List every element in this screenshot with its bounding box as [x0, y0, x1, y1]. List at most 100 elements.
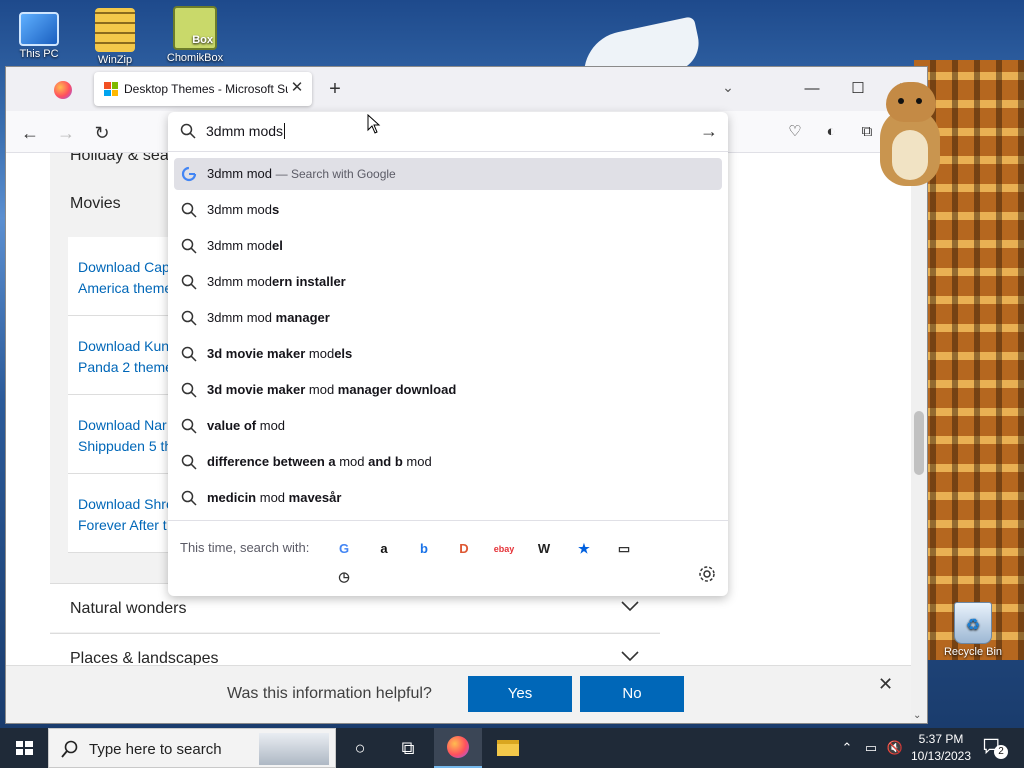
desktop-icon-winzip[interactable]: WinZip	[80, 8, 150, 66]
suggestion-text: 3d movie maker models	[207, 346, 353, 361]
task-view-icon[interactable]: ⧉	[384, 728, 432, 768]
desktop-icon-recycle-bin[interactable]: ♻ Recycle Bin	[938, 602, 1008, 658]
chevron-down-icon	[621, 601, 639, 612]
minimize-button[interactable]: —	[790, 75, 834, 103]
accordion-label: Natural wonders	[70, 600, 187, 617]
google-engine-icon[interactable]: G	[330, 535, 358, 563]
recycle-bin-icon: ♻	[954, 602, 992, 644]
search-icon	[181, 274, 197, 290]
taskbar-search-placeholder: Type here to search	[89, 741, 222, 758]
search-suggestion[interactable]: medicin mod mavesår	[174, 482, 722, 514]
tab-close-icon[interactable]: ✕	[288, 79, 306, 97]
urlbar-input[interactable]: 3dmm mods	[206, 123, 286, 139]
winzip-icon	[95, 8, 135, 52]
show-hidden-icons-chevron-icon[interactable]: ⌃	[838, 728, 856, 768]
chomikbox-icon: Box	[173, 6, 217, 50]
history-engine-icon[interactable]: ◷	[330, 563, 358, 591]
urlbar-input-row: 3dmm mods →	[168, 112, 728, 152]
search-icon	[181, 382, 197, 398]
search-suggestion[interactable]: 3dmm mod manager	[174, 302, 722, 334]
desktop-icon-chomikbox[interactable]: Box ChomikBox	[160, 6, 230, 64]
network-icon[interactable]: ▭	[860, 728, 882, 768]
one-off-search-engines: This time, search with: Ga b Debay W ★ ▭ ◷	[168, 520, 728, 596]
suggestion-text: 3dmm model	[207, 238, 283, 253]
tabs-engine-icon[interactable]: ▭	[610, 535, 638, 563]
bookmarks-engine-icon[interactable]: ★	[570, 535, 598, 563]
computer-icon	[19, 12, 59, 46]
microsoft-logo-icon	[104, 82, 118, 96]
search-suggestion[interactable]: 3d movie maker mod manager download	[174, 374, 722, 406]
firefox-view-icon[interactable]	[54, 81, 72, 99]
pocket-icon[interactable]: ♡	[784, 121, 806, 143]
duckduckgo-engine-icon[interactable]: D	[450, 535, 478, 563]
chevron-down-icon	[621, 651, 639, 662]
notification-center-icon[interactable]: 2	[982, 736, 1008, 760]
suggestion-text: difference between a mod and b mod	[207, 454, 432, 469]
google-icon	[181, 166, 197, 182]
scroll-down-arrow-icon[interactable]: ⌄	[913, 710, 921, 721]
search-suggestion[interactable]: difference between a mod and b mod	[174, 446, 722, 478]
feedback-close-icon[interactable]: ✕	[878, 674, 893, 695]
page-scrollbar[interactable]: ⌄	[911, 153, 927, 723]
feedback-yes-button[interactable]: Yes	[468, 676, 572, 712]
back-arrow-icon[interactable]: ←	[16, 119, 44, 147]
taskbar-clock[interactable]: 5:37 PM 10/13/2023	[908, 731, 974, 765]
tab-desktop-themes[interactable]: Desktop Themes - Microsoft Su ✕	[94, 72, 312, 106]
taskbar-firefox-icon[interactable]	[434, 728, 482, 768]
forward-arrow-icon[interactable]: →	[52, 119, 80, 147]
windows-start-icon[interactable]	[0, 728, 48, 768]
hamster-mascot	[872, 78, 948, 188]
movies-heading[interactable]: Movies	[70, 195, 121, 213]
suggestion-text: medicin mod mavesår	[207, 490, 342, 505]
clock-time: 5:37 PM	[918, 732, 964, 746]
settings-gear-icon[interactable]	[698, 565, 716, 583]
wikipedia-engine-icon[interactable]: W	[530, 535, 558, 563]
notification-count-badge: 2	[994, 745, 1008, 759]
amazon-engine-icon[interactable]: a	[370, 535, 398, 563]
search-icon	[181, 202, 197, 218]
suggestion-text: 3dmm modern installer	[207, 274, 346, 289]
volume-muted-icon[interactable]: 🔇	[884, 728, 906, 768]
suggestion-text: 3d movie maker mod manager download	[207, 382, 457, 397]
search-icon	[181, 310, 197, 326]
search-icon	[181, 418, 197, 434]
cortana-icon[interactable]: ○	[336, 728, 384, 768]
holiday-heading[interactable]: Holiday & sea	[70, 153, 169, 165]
mouse-cursor-icon	[367, 114, 381, 134]
taskbar-file-explorer-icon[interactable]	[484, 728, 532, 768]
bing-engine-icon[interactable]: b	[410, 535, 438, 563]
list-all-tabs-chevron-icon[interactable]: ⌄	[718, 79, 738, 99]
feedback-bar: Was this information helpful? Yes No ✕	[6, 665, 911, 723]
suggestion-text: 3dmm mod — Search with Google	[207, 166, 396, 181]
new-tab-button[interactable]: +	[324, 79, 346, 101]
scrollbar-thumb[interactable]	[914, 411, 924, 475]
search-suggestion[interactable]: 3dmm model	[174, 230, 722, 262]
search-suggestion[interactable]: 3d movie maker models	[174, 338, 722, 370]
search-icon	[61, 740, 78, 758]
clock-date: 10/13/2023	[910, 749, 972, 763]
chomikbox-badge: Box	[192, 34, 213, 46]
suggestion-text: 3dmm mods	[207, 202, 280, 217]
desktop-icon-label: ChomikBox	[166, 52, 224, 64]
desktop-icon-label: WinZip	[97, 54, 133, 66]
search-icon	[181, 238, 197, 254]
feedback-no-button[interactable]: No	[580, 676, 684, 712]
taskbar: Type here to search ○ ⧉ ⌃ ▭ 🔇 5:37 PM 10…	[0, 728, 1024, 768]
search-icon	[181, 490, 197, 506]
search-suggestion[interactable]: 3dmm mods	[174, 194, 722, 226]
urlbar-dropdown: 3dmm mods → 3dmm mod — Search with Googl…	[168, 112, 728, 596]
feedback-question: Was this information helpful?	[227, 685, 432, 702]
search-suggestion[interactable]: value of mod	[174, 410, 722, 442]
one-off-label: This time, search with:	[180, 540, 310, 555]
desktop-icon-label: Recycle Bin	[943, 646, 1003, 658]
taskbar-search-box[interactable]: Type here to search	[48, 728, 336, 768]
search-icon	[181, 346, 197, 362]
account-icon[interactable]: ◐	[820, 121, 842, 143]
reload-icon[interactable]: ↻	[88, 119, 116, 147]
ebay-engine-icon[interactable]: ebay	[490, 535, 518, 563]
desktop-icon-this-pc[interactable]: This PC	[4, 8, 74, 60]
suggestion-search-with-google[interactable]: 3dmm mod — Search with Google	[174, 158, 722, 190]
go-arrow-icon[interactable]: →	[700, 121, 718, 142]
search-suggestion[interactable]: 3dmm modern installer	[174, 266, 722, 298]
suggestion-text: value of mod	[207, 418, 286, 433]
